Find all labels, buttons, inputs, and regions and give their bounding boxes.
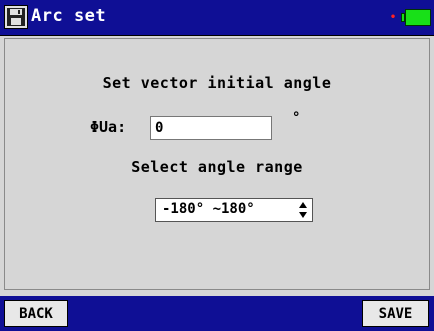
degree-unit: ° bbox=[292, 110, 301, 126]
battery-icon bbox=[405, 9, 431, 26]
title-bar: Arc set • bbox=[0, 0, 434, 36]
angle-range-value: -180° ~180° bbox=[162, 201, 255, 217]
arc-set-screen: Arc set • Set vector initial angle ΦUa: … bbox=[0, 0, 434, 331]
initial-angle-heading: Set vector initial angle bbox=[102, 74, 332, 92]
phi-ua-label: ΦUa: bbox=[90, 118, 127, 136]
bottom-bar: BACK SAVE bbox=[0, 296, 434, 331]
status-indicator: • bbox=[390, 12, 397, 23]
initial-angle-input[interactable] bbox=[150, 116, 272, 140]
floppy-disk-icon bbox=[4, 5, 28, 29]
back-button[interactable]: BACK bbox=[4, 300, 68, 327]
angle-range-select[interactable]: -180° ~180° bbox=[155, 198, 313, 222]
window-title: Arc set bbox=[31, 6, 107, 26]
up-down-arrows-icon[interactable] bbox=[298, 201, 308, 219]
save-button[interactable]: SAVE bbox=[362, 300, 429, 327]
angle-range-heading: Select angle range bbox=[131, 158, 303, 176]
